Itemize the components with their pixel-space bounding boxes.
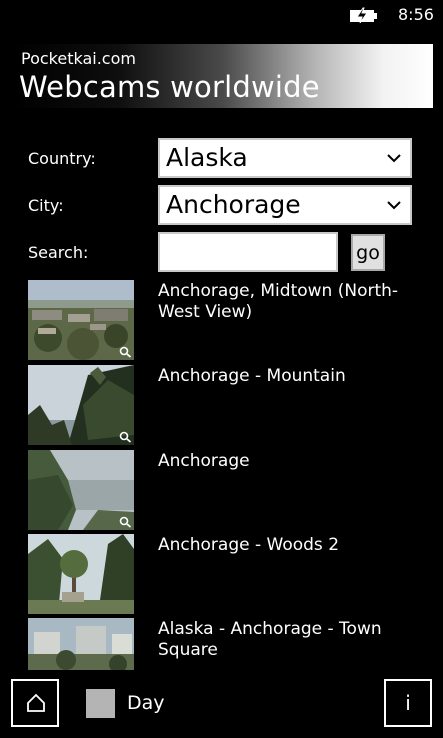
site-name: Pocketkai.com — [21, 49, 136, 68]
app-banner: Pocketkai.com Webcams worldwide — [13, 44, 433, 108]
magnifier-icon — [119, 346, 132, 358]
webcam-thumbnail[interactable] — [28, 534, 134, 614]
day-checkbox[interactable] — [86, 689, 115, 718]
webcam-title[interactable]: Anchorage, Midtown (North-West View) — [158, 281, 428, 323]
list-item[interactable]: Alaska - Anchorage - Town Square — [0, 618, 443, 670]
webcam-thumbnail[interactable] — [28, 280, 134, 360]
go-button[interactable]: go — [351, 234, 385, 271]
webcam-title[interactable]: Alaska - Anchorage - Town Square — [158, 619, 428, 661]
battery-charging-icon — [350, 7, 377, 23]
day-label: Day — [127, 692, 165, 714]
webcam-title[interactable]: Anchorage - Woods 2 — [158, 535, 428, 556]
webcam-list[interactable]: Anchorage, Midtown (North-West View) Anc… — [0, 280, 443, 670]
country-select[interactable]: Alaska — [158, 138, 412, 178]
chevron-down-icon — [387, 154, 401, 163]
search-label: Search: — [28, 243, 89, 262]
app-title: Webcams worldwide — [19, 70, 320, 104]
home-icon — [27, 693, 45, 712]
magnifier-icon — [119, 516, 132, 528]
magnifier-icon — [119, 431, 132, 443]
list-item[interactable]: Anchorage - Mountain — [0, 365, 443, 445]
chevron-down-icon — [387, 201, 401, 210]
home-button[interactable] — [11, 679, 59, 727]
list-item[interactable]: Anchorage - Woods 2 — [0, 534, 443, 614]
country-label: Country: — [28, 149, 96, 168]
webcam-thumbnail[interactable] — [28, 450, 134, 530]
list-item[interactable]: Anchorage, Midtown (North-West View) — [0, 280, 443, 360]
webcam-title[interactable]: Anchorage - Mountain — [158, 366, 428, 387]
country-value: Alaska — [166, 143, 248, 172]
city-select[interactable]: Anchorage — [158, 185, 412, 225]
webcam-title[interactable]: Anchorage — [158, 451, 428, 472]
status-bar: 8:56 — [0, 0, 443, 32]
webcam-thumbnail[interactable] — [28, 365, 134, 445]
city-value: Anchorage — [166, 190, 301, 219]
search-input[interactable] — [158, 232, 338, 272]
list-item[interactable]: Anchorage — [0, 450, 443, 530]
status-time: 8:56 — [398, 5, 434, 24]
info-button[interactable]: i — [384, 679, 432, 727]
webcam-thumbnail[interactable] — [28, 618, 134, 670]
city-label: City: — [28, 196, 64, 215]
